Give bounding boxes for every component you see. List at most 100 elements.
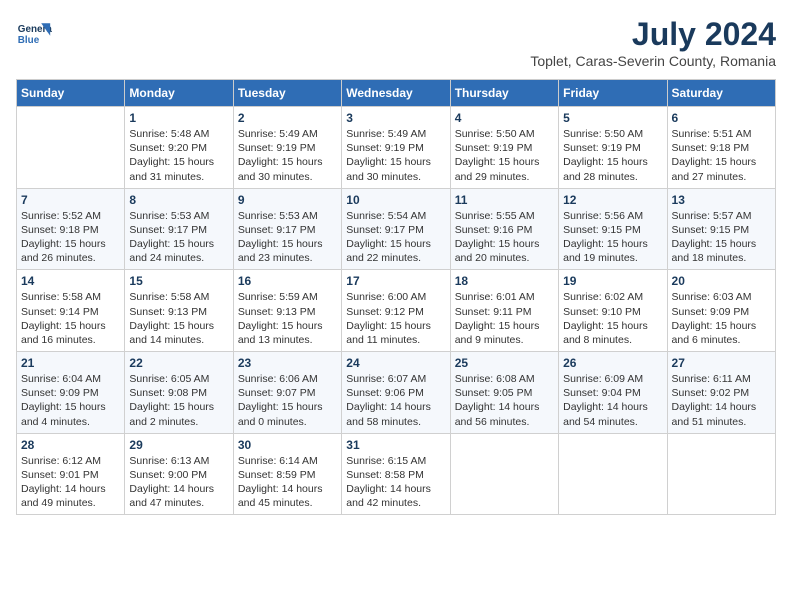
calendar-cell: 21 Sunrise: 6:04 AM Sunset: 9:09 PM Dayli… xyxy=(17,352,125,434)
day-number: 17 xyxy=(346,274,445,288)
day-info: Sunrise: 5:56 AM Sunset: 9:15 PM Dayligh… xyxy=(563,209,662,266)
calendar-cell: 14 Sunrise: 5:58 AM Sunset: 9:14 PM Dayli… xyxy=(17,270,125,352)
calendar-cell: 7 Sunrise: 5:52 AM Sunset: 9:18 PM Daylig… xyxy=(17,188,125,270)
day-number: 5 xyxy=(563,111,662,125)
day-info: Sunrise: 6:00 AM Sunset: 9:12 PM Dayligh… xyxy=(346,290,445,347)
day-info: Sunrise: 5:55 AM Sunset: 9:16 PM Dayligh… xyxy=(455,209,554,266)
day-number: 25 xyxy=(455,356,554,370)
day-number: 20 xyxy=(672,274,771,288)
day-info: Sunrise: 6:07 AM Sunset: 9:06 PM Dayligh… xyxy=(346,372,445,429)
day-info: Sunrise: 6:11 AM Sunset: 9:02 PM Dayligh… xyxy=(672,372,771,429)
calendar-table: SundayMondayTuesdayWednesdayThursdayFrid… xyxy=(16,79,776,515)
calendar-cell: 8Sunrise: 5:53 AM Sunset: 9:17 PM Daylig… xyxy=(125,188,233,270)
svg-text:Blue: Blue xyxy=(18,35,40,46)
day-number: 4 xyxy=(455,111,554,125)
calendar-cell: 4Sunrise: 5:50 AM Sunset: 9:19 PM Daylig… xyxy=(450,107,558,189)
subtitle: Toplet, Caras-Severin County, Romania xyxy=(530,53,776,69)
calendar-cell: 12 Sunrise: 5:56 AM Sunset: 9:15 PM Dayli… xyxy=(559,188,667,270)
calendar-week-row: 7 Sunrise: 5:52 AM Sunset: 9:18 PM Daylig… xyxy=(17,188,776,270)
day-info: Sunrise: 5:58 AM Sunset: 9:14 PM Dayligh… xyxy=(21,290,120,347)
day-info: Sunrise: 6:13 AM Sunset: 9:00 PM Dayligh… xyxy=(129,454,228,511)
calendar-cell: 6 Sunrise: 5:51 AM Sunset: 9:18 PM Daylig… xyxy=(667,107,775,189)
day-number: 31 xyxy=(346,438,445,452)
day-number: 28 xyxy=(21,438,120,452)
day-info: Sunrise: 5:51 AM Sunset: 9:18 PM Dayligh… xyxy=(672,127,771,184)
day-info: Sunrise: 6:09 AM Sunset: 9:04 PM Dayligh… xyxy=(563,372,662,429)
day-number: 15 xyxy=(129,274,228,288)
calendar-cell: 2 Sunrise: 5:49 AM Sunset: 9:19 PM Daylig… xyxy=(233,107,341,189)
calendar-cell: 20 Sunrise: 6:03 AM Sunset: 9:09 PM Dayli… xyxy=(667,270,775,352)
calendar-cell: 1Sunrise: 5:48 AM Sunset: 9:20 PM Daylig… xyxy=(125,107,233,189)
calendar-cell xyxy=(17,107,125,189)
calendar-cell: 27 Sunrise: 6:11 AM Sunset: 9:02 PM Dayli… xyxy=(667,352,775,434)
day-info: Sunrise: 6:12 AM Sunset: 9:01 PM Dayligh… xyxy=(21,454,120,511)
day-info: Sunrise: 5:59 AM Sunset: 9:13 PM Dayligh… xyxy=(238,290,337,347)
calendar-header-monday: Monday xyxy=(125,80,233,107)
day-number: 7 xyxy=(21,193,120,207)
day-info: Sunrise: 5:48 AM Sunset: 9:20 PM Dayligh… xyxy=(129,127,228,184)
calendar-week-row: 21 Sunrise: 6:04 AM Sunset: 9:09 PM Dayli… xyxy=(17,352,776,434)
day-info: Sunrise: 6:02 AM Sunset: 9:10 PM Dayligh… xyxy=(563,290,662,347)
calendar-cell: 15 Sunrise: 5:58 AM Sunset: 9:13 PM Dayli… xyxy=(125,270,233,352)
day-info: Sunrise: 6:14 AM Sunset: 8:59 PM Dayligh… xyxy=(238,454,337,511)
calendar-cell: 31Sunrise: 6:15 AM Sunset: 8:58 PM Dayli… xyxy=(342,433,450,515)
title-block: July 2024 Toplet, Caras-Severin County, … xyxy=(530,16,776,69)
calendar-cell xyxy=(559,433,667,515)
day-number: 6 xyxy=(672,111,771,125)
logo-icon: General Blue xyxy=(16,16,52,52)
day-number: 8 xyxy=(129,193,228,207)
day-info: Sunrise: 6:05 AM Sunset: 9:08 PM Dayligh… xyxy=(129,372,228,429)
day-number: 21 xyxy=(21,356,120,370)
day-info: Sunrise: 6:03 AM Sunset: 9:09 PM Dayligh… xyxy=(672,290,771,347)
calendar-cell: 29Sunrise: 6:13 AM Sunset: 9:00 PM Dayli… xyxy=(125,433,233,515)
day-number: 2 xyxy=(238,111,337,125)
day-info: Sunrise: 5:52 AM Sunset: 9:18 PM Dayligh… xyxy=(21,209,120,266)
day-number: 14 xyxy=(21,274,120,288)
day-info: Sunrise: 6:04 AM Sunset: 9:09 PM Dayligh… xyxy=(21,372,120,429)
calendar-cell: 23 Sunrise: 6:06 AM Sunset: 9:07 PM Dayli… xyxy=(233,352,341,434)
calendar-header-sunday: Sunday xyxy=(17,80,125,107)
brand-logo: General Blue xyxy=(16,16,52,52)
calendar-header-tuesday: Tuesday xyxy=(233,80,341,107)
calendar-cell: 5 Sunrise: 5:50 AM Sunset: 9:19 PM Daylig… xyxy=(559,107,667,189)
day-number: 13 xyxy=(672,193,771,207)
day-number: 12 xyxy=(563,193,662,207)
calendar-cell xyxy=(667,433,775,515)
day-number: 24 xyxy=(346,356,445,370)
calendar-cell: 18 Sunrise: 6:01 AM Sunset: 9:11 PM Dayli… xyxy=(450,270,558,352)
main-title: July 2024 xyxy=(530,16,776,53)
calendar-header-saturday: Saturday xyxy=(667,80,775,107)
calendar-cell: 16 Sunrise: 5:59 AM Sunset: 9:13 PM Dayli… xyxy=(233,270,341,352)
day-number: 11 xyxy=(455,193,554,207)
day-info: Sunrise: 5:53 AM Sunset: 9:17 PM Dayligh… xyxy=(238,209,337,266)
calendar-week-row: 14 Sunrise: 5:58 AM Sunset: 9:14 PM Dayli… xyxy=(17,270,776,352)
day-number: 22 xyxy=(129,356,228,370)
day-number: 10 xyxy=(346,193,445,207)
day-number: 18 xyxy=(455,274,554,288)
day-info: Sunrise: 6:01 AM Sunset: 9:11 PM Dayligh… xyxy=(455,290,554,347)
calendar-header-friday: Friday xyxy=(559,80,667,107)
calendar-header-thursday: Thursday xyxy=(450,80,558,107)
calendar-week-row: 1Sunrise: 5:48 AM Sunset: 9:20 PM Daylig… xyxy=(17,107,776,189)
day-number: 23 xyxy=(238,356,337,370)
calendar-cell: 30 Sunrise: 6:14 AM Sunset: 8:59 PM Dayli… xyxy=(233,433,341,515)
calendar-cell: 26Sunrise: 6:09 AM Sunset: 9:04 PM Dayli… xyxy=(559,352,667,434)
day-info: Sunrise: 5:50 AM Sunset: 9:19 PM Dayligh… xyxy=(563,127,662,184)
day-number: 3 xyxy=(346,111,445,125)
calendar-cell xyxy=(450,433,558,515)
day-info: Sunrise: 5:58 AM Sunset: 9:13 PM Dayligh… xyxy=(129,290,228,347)
calendar-cell: 28 Sunrise: 6:12 AM Sunset: 9:01 PM Dayli… xyxy=(17,433,125,515)
day-info: Sunrise: 5:49 AM Sunset: 9:19 PM Dayligh… xyxy=(346,127,445,184)
page-header: General Blue July 2024 Toplet, Caras-Sev… xyxy=(16,16,776,69)
calendar-cell: 17 Sunrise: 6:00 AM Sunset: 9:12 PM Dayli… xyxy=(342,270,450,352)
day-number: 27 xyxy=(672,356,771,370)
day-info: Sunrise: 6:08 AM Sunset: 9:05 PM Dayligh… xyxy=(455,372,554,429)
calendar-cell: 13Sunrise: 5:57 AM Sunset: 9:15 PM Dayli… xyxy=(667,188,775,270)
day-info: Sunrise: 6:06 AM Sunset: 9:07 PM Dayligh… xyxy=(238,372,337,429)
calendar-week-row: 28 Sunrise: 6:12 AM Sunset: 9:01 PM Dayli… xyxy=(17,433,776,515)
day-number: 9 xyxy=(238,193,337,207)
day-info: Sunrise: 5:49 AM Sunset: 9:19 PM Dayligh… xyxy=(238,127,337,184)
day-number: 30 xyxy=(238,438,337,452)
calendar-cell: 25 Sunrise: 6:08 AM Sunset: 9:05 PM Dayli… xyxy=(450,352,558,434)
day-number: 16 xyxy=(238,274,337,288)
